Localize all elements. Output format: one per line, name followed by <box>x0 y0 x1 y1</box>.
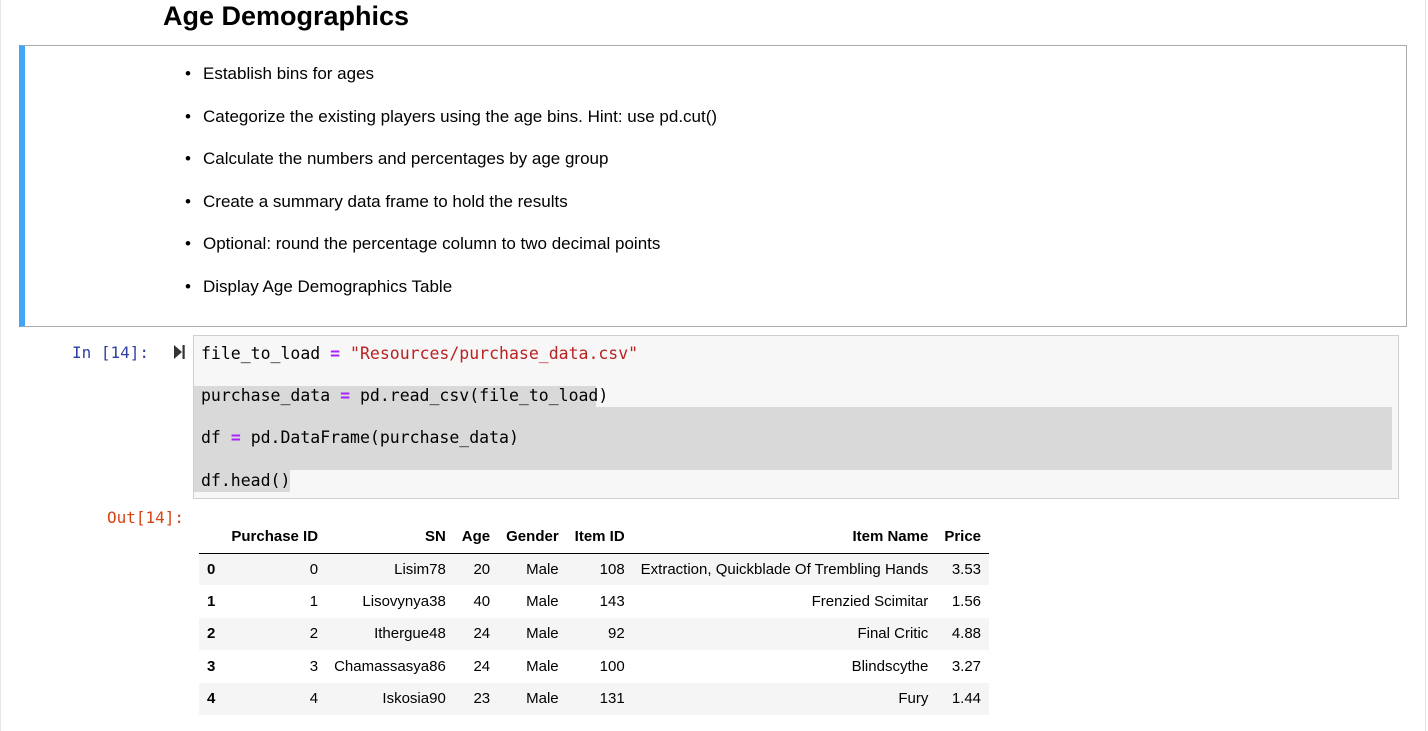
code-token: pd.DataFrame(purchase_data) <box>250 428 519 447</box>
table-cell: 92 <box>607 625 625 643</box>
table-cell: 40 <box>473 593 491 611</box>
dataframe-table: Purchase ID SN Age Gender Item ID Item N… <box>199 521 990 715</box>
list-item-text: Create a summary data frame to hold the … <box>203 191 568 211</box>
code-token: purchase_data <box>201 386 331 405</box>
list-item: • Categorize the existing players using t… <box>185 103 717 146</box>
code-token: pd.read_csv(file_to_load) <box>359 386 609 405</box>
code-line-2: purchase_data = pd.read_csv(file_to_load… <box>201 385 608 407</box>
table-cell: Lisim78 <box>394 560 446 578</box>
table-cell: 1.56 <box>951 593 982 611</box>
code-line-3: df = pd.DataFrame(purchase_data) <box>201 427 519 449</box>
table-row: 2 2 Ithergue48 24 Male 92 Final Critic 4… <box>199 617 990 651</box>
code-token: = <box>330 344 341 363</box>
bullet-icon: • <box>185 64 191 83</box>
bullet-icon: • <box>185 234 191 254</box>
notebook-page: Age Demographics • Establish bins for age… <box>0 0 1428 731</box>
table-cell: 131 <box>599 690 625 708</box>
table-cell: Extraction, Quickblade Of Trembling Hand… <box>640 560 929 578</box>
table-cell: 0 <box>309 560 319 578</box>
column-header: Item ID <box>566 521 633 554</box>
row-index: 2 <box>207 625 216 643</box>
row-index: 1 <box>207 593 216 611</box>
bullet-icon: • <box>185 149 191 169</box>
code-token: = <box>340 386 351 405</box>
table-cell: Chamassasya86 <box>334 657 446 675</box>
instruction-list: • Establish bins for ages • Categorize the… <box>185 60 717 316</box>
code-editor[interactable]: file_to_load = "Resources/purchase_data.… <box>193 335 1399 499</box>
table-cell: 24 <box>473 625 491 643</box>
table-cell: 1 <box>309 593 319 611</box>
table-row: 1 1 Lisovynya38 40 Male 143 Frenzied Sci… <box>199 585 990 618</box>
list-item-text: Categorize the existing players using th… <box>203 106 718 126</box>
column-header: SN <box>326 521 454 554</box>
column-header: Gender <box>498 521 567 554</box>
table-cell: Male <box>526 657 559 675</box>
table-cell: 3 <box>309 657 319 675</box>
list-item-text: Calculate the numbers and percentages by… <box>203 149 609 169</box>
table-cell: 24 <box>473 657 491 675</box>
row-index: 0 <box>207 560 216 578</box>
table-cell: Male <box>526 560 559 578</box>
table-cell: 3.27 <box>951 657 982 675</box>
row-index: 4 <box>207 690 216 708</box>
list-item-text: Optional: round the percentage column to… <box>203 234 661 254</box>
column-header: Age <box>453 521 499 554</box>
table-cell: 4.88 <box>951 625 982 643</box>
table-cell: 1.44 <box>951 690 982 708</box>
output-prompt: Out[14]: <box>107 508 185 527</box>
table-cell: Blindscythe <box>851 657 929 675</box>
list-item: • Establish bins for ages <box>185 60 717 103</box>
table-cell: 3.53 <box>951 560 982 578</box>
table-cell: Final Critic <box>857 625 929 643</box>
table-cell: 100 <box>599 657 625 675</box>
table-cell: Lisovynya38 <box>362 593 446 611</box>
list-item-text: Establish bins for ages <box>203 64 375 83</box>
table-cell: 4 <box>309 690 319 708</box>
list-item-text: Display Age Demographics Table <box>203 276 453 296</box>
list-item: • Create a summary data frame to hold the… <box>185 188 717 231</box>
column-header: Price <box>936 521 990 554</box>
table-row: 0 0 Lisim78 20 Male 108 Extraction, Quic… <box>199 553 990 586</box>
table-cell: Fury <box>898 690 929 708</box>
table-cell: Ithergue48 <box>374 625 446 643</box>
table-cell: 2 <box>309 625 319 643</box>
table-cell: 108 <box>599 560 625 578</box>
input-prompt: In [14]: <box>72 343 150 362</box>
bullet-icon: • <box>185 276 191 296</box>
bullet-icon: • <box>185 106 191 126</box>
table-cell: Male <box>526 690 559 708</box>
table-cell: Male <box>526 593 559 611</box>
table-cell: 23 <box>473 690 491 708</box>
bullet-icon: • <box>185 191 191 211</box>
code-token: df.head() <box>201 471 291 490</box>
list-item: • Optional: round the percentage column t… <box>185 230 717 273</box>
code-token: = <box>230 428 241 447</box>
code-token: "Resources/purchase_data.csv" <box>350 344 639 363</box>
column-header: Purchase ID <box>223 521 327 554</box>
table-cell: Iskosia90 <box>382 690 446 708</box>
markdown-cell[interactable]: • Establish bins for ages • Categorize the… <box>19 45 1407 327</box>
code-line-4: df.head() <box>201 470 290 492</box>
code-line-1: file_to_load = "Resources/purchase_data.… <box>201 343 638 365</box>
table-cell: 20 <box>473 560 491 578</box>
table-cell: Frenzied Scimitar <box>811 593 929 611</box>
list-item: • Calculate the numbers and percentages b… <box>185 145 717 188</box>
code-token: df <box>201 428 221 447</box>
code-token: file_to_load <box>201 344 321 363</box>
column-header <box>199 521 224 554</box>
table-header-row: Purchase ID SN Age Gender Item ID Item N… <box>199 521 990 554</box>
section-heading: Age Demographics <box>163 1 410 31</box>
table-row: 3 3 Chamassasya86 24 Male 100 Blindscyth… <box>199 650 990 683</box>
run-cell-icon[interactable] <box>172 343 186 361</box>
table-row: 4 4 Iskosia90 23 Male 131 Fury 1.44 <box>199 682 990 715</box>
row-index: 3 <box>207 657 216 675</box>
table-cell: Male <box>526 625 559 643</box>
column-header: Item Name <box>632 521 937 554</box>
table-cell: 143 <box>599 593 625 611</box>
list-item: • Display Age Demographics Table <box>185 273 717 316</box>
